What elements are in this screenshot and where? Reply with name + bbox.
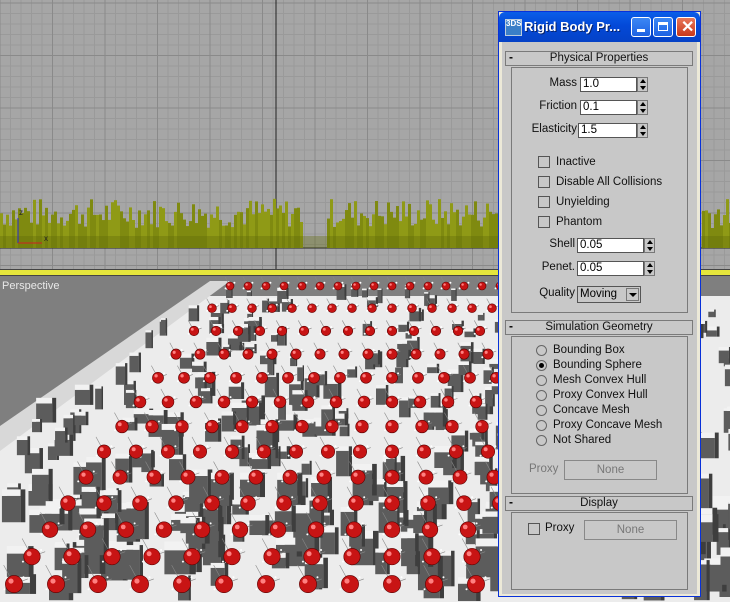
disable-collisions-checkbox[interactable] bbox=[538, 176, 550, 188]
bounding-sphere-label[interactable]: Bounding Sphere bbox=[553, 359, 642, 371]
proxy-concave-mesh-label[interactable]: Proxy Concave Mesh bbox=[553, 419, 662, 431]
bounding-box-label[interactable]: Bounding Box bbox=[553, 344, 625, 356]
friction-label: Friction bbox=[539, 100, 577, 112]
chevron-down-icon[interactable] bbox=[626, 288, 639, 301]
rollout-physical-header[interactable]: - Physical Properties bbox=[505, 50, 693, 66]
proxy-concave-mesh-radio[interactable] bbox=[536, 420, 547, 431]
elasticity-label: Elasticity bbox=[531, 123, 577, 135]
concave-mesh-label[interactable]: Concave Mesh bbox=[553, 404, 630, 416]
sim-proxy-button[interactable]: None bbox=[564, 460, 657, 480]
proxy-convex-hull-radio[interactable] bbox=[536, 390, 547, 401]
unyielding-label[interactable]: Unyielding bbox=[556, 196, 610, 208]
not-shared-label[interactable]: Not Shared bbox=[553, 434, 611, 446]
quality-label: Quality bbox=[539, 287, 575, 299]
close-icon[interactable]: ✕ bbox=[676, 17, 696, 37]
window-body: - Physical Properties Mass 1.0 Friction … bbox=[502, 42, 697, 594]
rigid-body-window: 3DS Rigid Body Pr... ✕ - Physical Proper… bbox=[498, 11, 701, 597]
phantom-label[interactable]: Phantom bbox=[556, 216, 602, 228]
elasticity-spinner[interactable] bbox=[637, 123, 648, 138]
rollout-simulation-header[interactable]: - Simulation Geometry bbox=[505, 319, 693, 335]
friction-input[interactable]: 0.1 bbox=[580, 100, 637, 115]
penet-input[interactable]: 0.05 bbox=[577, 261, 644, 276]
penet-spinner[interactable] bbox=[644, 261, 655, 276]
rollout-display-header[interactable]: - Display bbox=[505, 495, 693, 511]
bounding-box-radio[interactable] bbox=[536, 345, 547, 356]
disable-collisions-label[interactable]: Disable All Collisions bbox=[556, 176, 662, 188]
perspective-label[interactable]: Perspective bbox=[2, 280, 59, 292]
mass-label: Mass bbox=[549, 77, 577, 89]
display-proxy-button[interactable]: None bbox=[584, 520, 677, 540]
proxy-convex-hull-label[interactable]: Proxy Convex Hull bbox=[553, 389, 648, 401]
mass-spinner[interactable] bbox=[637, 77, 648, 92]
shell-spinner[interactable] bbox=[644, 238, 655, 253]
mesh-convex-hull-label[interactable]: Mesh Convex Hull bbox=[553, 374, 646, 386]
maximize-icon[interactable] bbox=[653, 17, 673, 37]
concave-mesh-radio[interactable] bbox=[536, 405, 547, 416]
penet-label: Penet. bbox=[541, 261, 575, 273]
rollout-simulation-title: Simulation Geometry bbox=[545, 321, 653, 333]
mass-input[interactable]: 1.0 bbox=[580, 77, 637, 92]
friction-spinner[interactable] bbox=[637, 100, 648, 115]
bounding-sphere-radio[interactable] bbox=[536, 360, 547, 371]
svg-text:z: z bbox=[19, 208, 23, 217]
shell-label: Shell bbox=[549, 238, 575, 250]
elasticity-input[interactable]: 1.5 bbox=[578, 123, 637, 138]
sim-proxy-label: Proxy bbox=[529, 463, 559, 475]
display-proxy-checkbox[interactable] bbox=[528, 523, 540, 535]
phantom-checkbox[interactable] bbox=[538, 216, 550, 228]
not-shared-radio[interactable] bbox=[536, 435, 547, 446]
rollout-display-title: Display bbox=[580, 497, 618, 509]
unyielding-checkbox[interactable] bbox=[538, 196, 550, 208]
mesh-convex-hull-radio[interactable] bbox=[536, 375, 547, 386]
quality-dropdown[interactable]: Moving bbox=[577, 286, 641, 303]
inactive-label[interactable]: Inactive bbox=[556, 156, 596, 168]
rollout-physical-title: Physical Properties bbox=[549, 52, 649, 64]
quality-value: Moving bbox=[580, 288, 618, 300]
inactive-checkbox[interactable] bbox=[538, 156, 550, 168]
minimize-icon[interactable] bbox=[631, 17, 651, 37]
svg-text:x: x bbox=[44, 234, 48, 243]
title-bar[interactable]: 3DS Rigid Body Pr... ✕ bbox=[499, 12, 700, 42]
shell-input[interactable]: 0.05 bbox=[577, 238, 644, 253]
display-proxy-label[interactable]: Proxy bbox=[545, 522, 574, 534]
window-title: Rigid Body Pr... bbox=[524, 19, 621, 34]
app-icon: 3DS bbox=[505, 19, 522, 36]
